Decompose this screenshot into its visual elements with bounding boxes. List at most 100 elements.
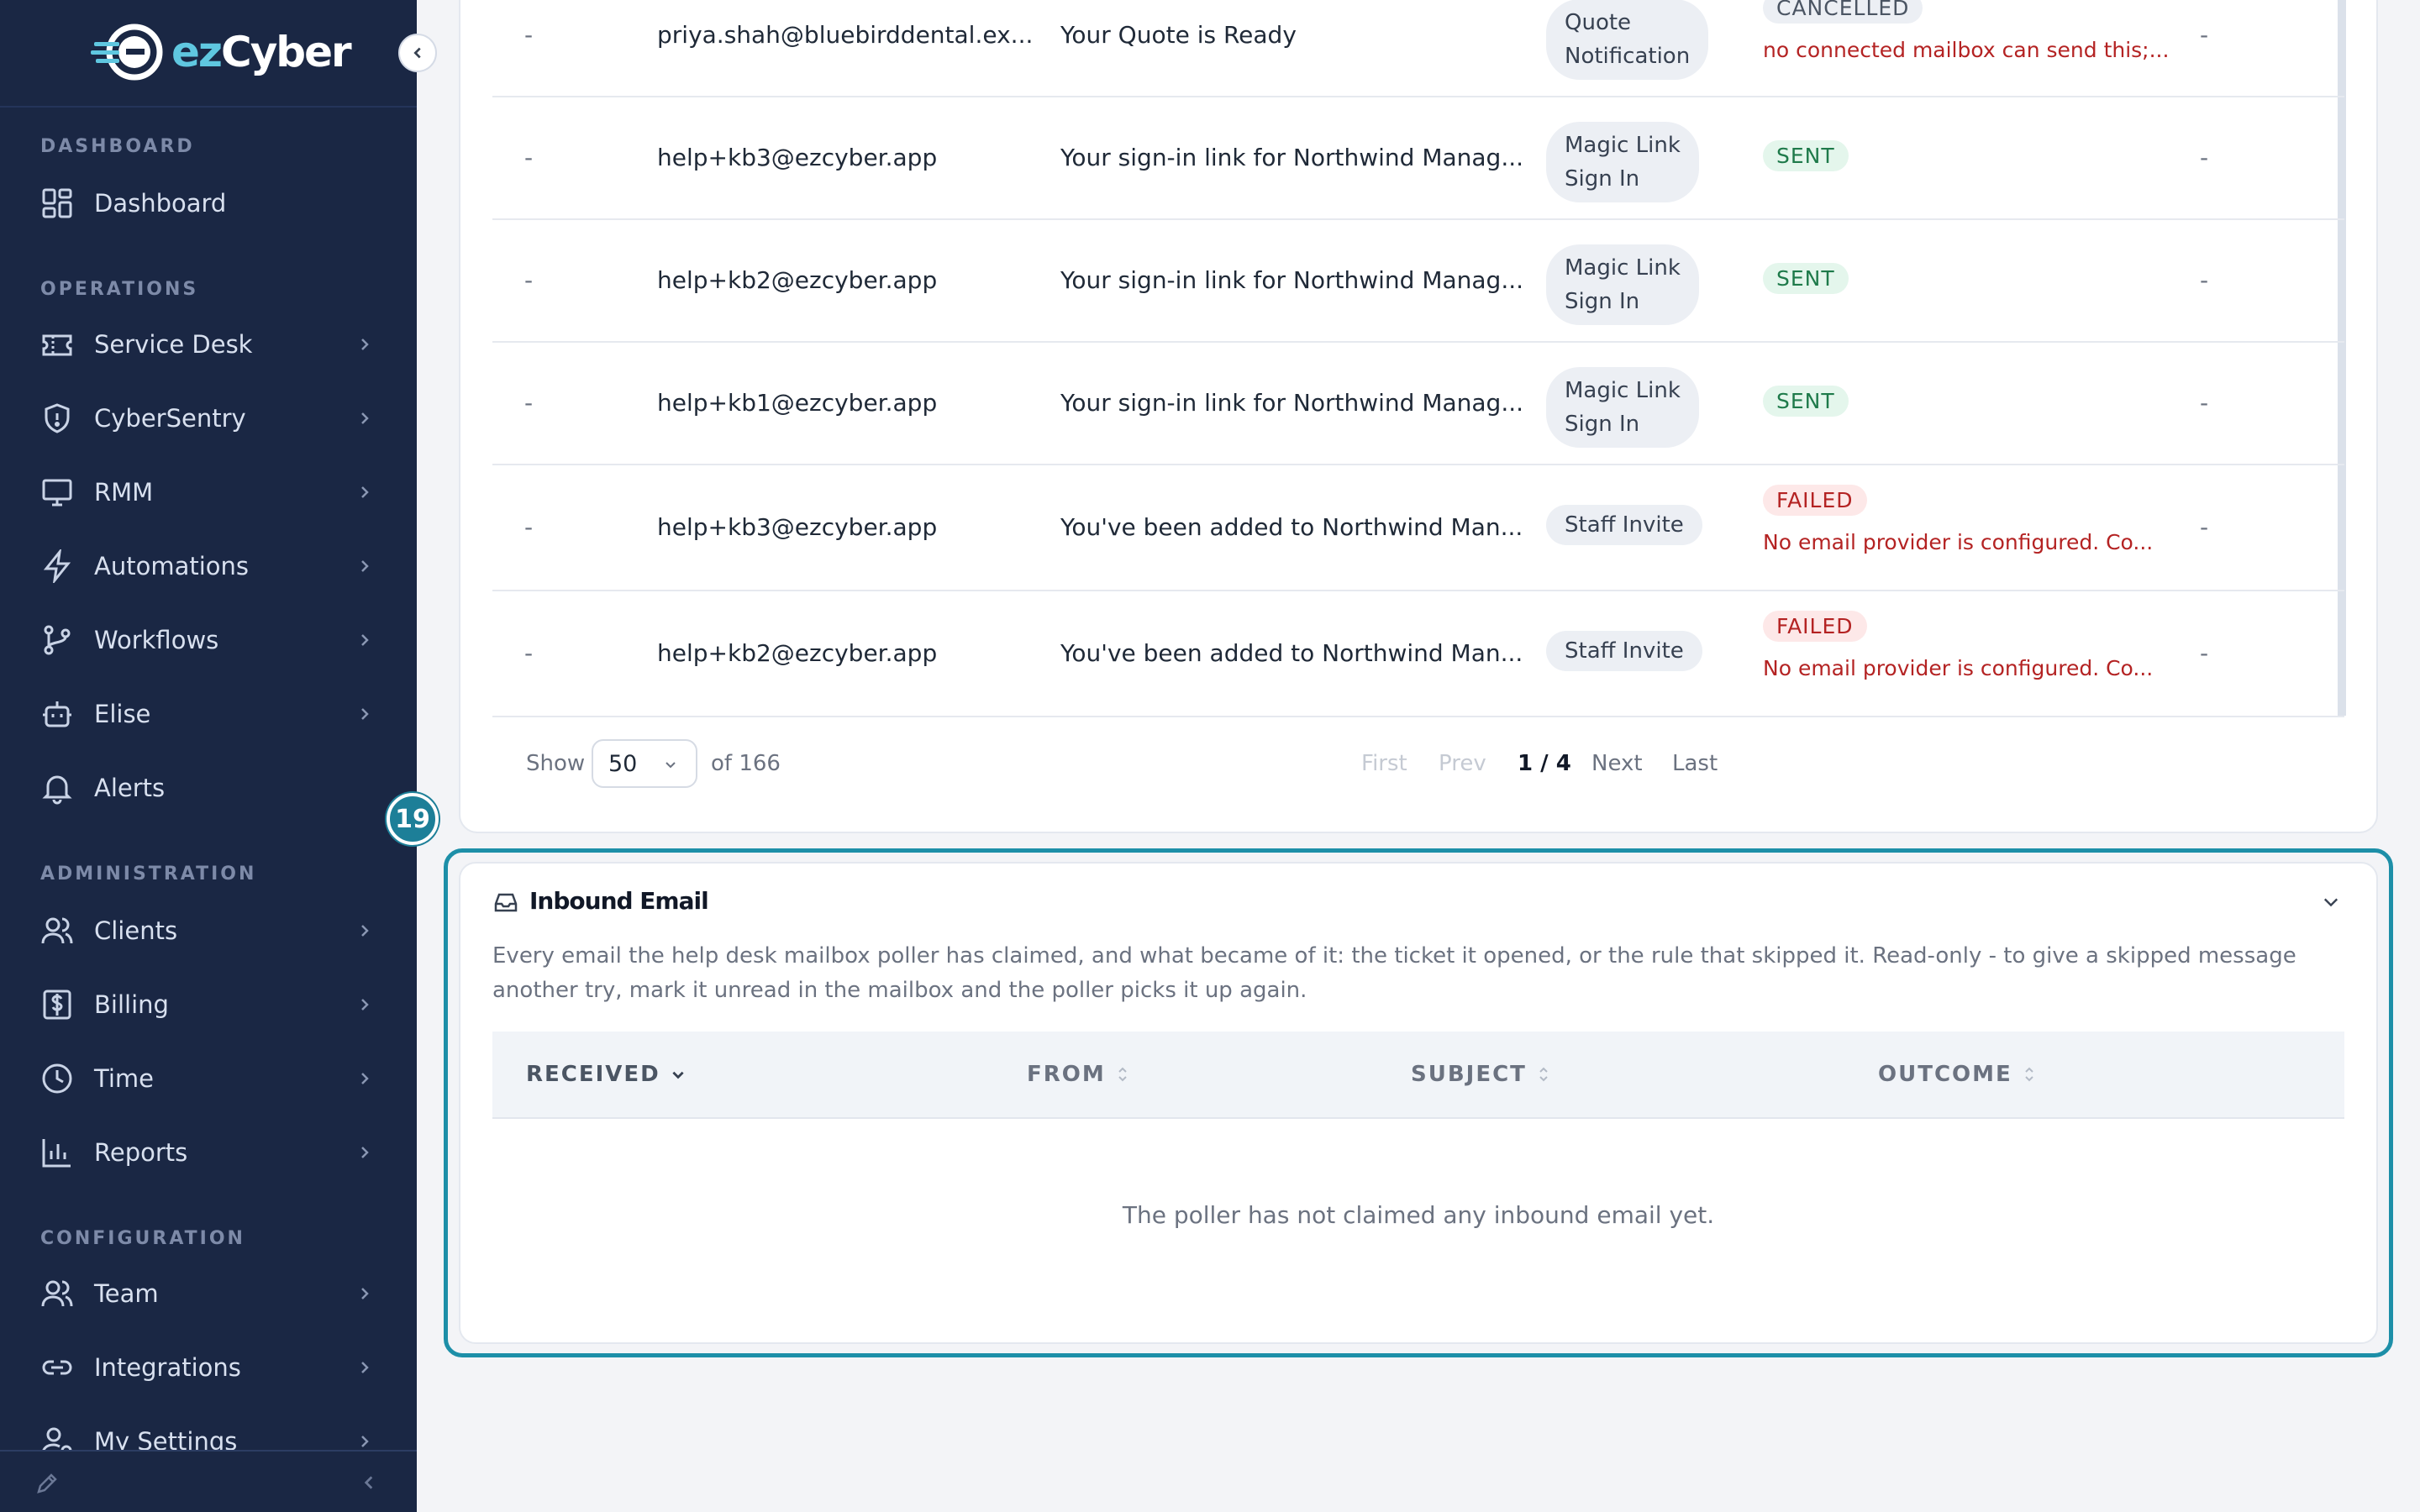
sort-icon (1118, 1067, 1127, 1082)
chevron-right-icon (361, 412, 369, 424)
sidebar-item-label: Workflows (94, 626, 219, 654)
row-last-cell: - (2200, 266, 2209, 294)
email-type-badge: Staff Invite (1546, 631, 1702, 671)
pager-first[interactable]: First (1361, 751, 1407, 776)
section-label-dashboard: DASHBOARD (40, 136, 195, 157)
sidebar-item-automations[interactable]: Automations (0, 533, 417, 600)
sort-icon (2025, 1067, 2033, 1082)
status-badge: FAILED (1763, 611, 1867, 642)
email-type-badge: Quote Notification (1546, 0, 1709, 80)
status-badge: FAILED (1763, 485, 1867, 516)
bar-chart-icon (42, 1139, 71, 1168)
sidebar-item-time[interactable]: Time (0, 1045, 417, 1112)
ticket-icon (42, 334, 72, 356)
sidebar-item-reports[interactable]: Reports (0, 1119, 417, 1186)
pager-last[interactable]: Last (1672, 751, 1718, 776)
clock-icon (42, 1063, 72, 1094)
column-header-outcome[interactable]: OUTCOME (1878, 1062, 2036, 1087)
pager-prev[interactable]: Prev (1439, 751, 1486, 776)
section-label-configuration: CONFIGURATION (40, 1228, 245, 1249)
section-label-operations: OPERATIONS (40, 279, 199, 300)
sidebar-item-integrations[interactable]: Integrations (0, 1334, 417, 1401)
chevron-right-icon (361, 1073, 369, 1084)
chevron-left-icon (413, 47, 421, 59)
email-type-line: Notification (1565, 44, 1691, 69)
dashboard-grid-icon (42, 188, 72, 218)
chevron-right-icon (361, 925, 369, 937)
sidebar-item-label: Time (94, 1064, 154, 1093)
inbound-description: Every email the help desk mailbox poller… (492, 943, 2296, 1003)
chevron-right-icon (361, 634, 369, 646)
chevron-right-icon (361, 1288, 369, 1299)
status-badge: SENT (1763, 386, 1849, 417)
status-error-text: no connected mailbox can send this;... (1763, 38, 2170, 62)
sidebar-item-label: Service Desk (94, 330, 253, 359)
row-received-cell: - (524, 266, 534, 294)
chevron-right-icon (361, 339, 369, 350)
status-badge: SENT (1763, 263, 1849, 294)
shield-icon (45, 403, 70, 433)
sidebar-item-rmm[interactable]: RMM (0, 459, 417, 526)
pager-next[interactable]: Next (1591, 751, 1643, 776)
sidebar-item-workflows[interactable]: Workflows (0, 606, 417, 674)
row-last-cell: - (2200, 21, 2209, 49)
page-size-select[interactable]: 50 (592, 739, 697, 788)
step-badge: 19 (387, 793, 439, 845)
chevron-right-icon (361, 999, 369, 1011)
row-last-cell: - (2200, 144, 2209, 171)
row-last-cell: - (2200, 389, 2209, 417)
sidebar-item-alerts[interactable]: Alerts (0, 754, 417, 822)
sidebar-item-elise[interactable]: Elise (0, 680, 417, 748)
chevron-right-icon (361, 560, 369, 572)
column-header-subject[interactable]: SUBJECT (1411, 1062, 1550, 1087)
email-type-badge: Staff Invite (1546, 505, 1702, 545)
email-type-badge: Magic Link Sign In (1546, 367, 1699, 448)
sidebar-item-label: Alerts (94, 774, 166, 802)
sidebar-item-team[interactable]: Team (0, 1260, 417, 1327)
column-header-received[interactable]: RECEIVED (526, 1062, 686, 1087)
sidebar-item-service-desk[interactable]: Service Desk (0, 311, 417, 378)
pager-show-label: Show (526, 751, 586, 776)
email-type-line: Sign In (1565, 412, 1640, 437)
column-header-label: FROM (1027, 1062, 1106, 1087)
sidebar-item-dashboard[interactable]: Dashboard (0, 170, 417, 237)
status-badge: CANCELLED (1763, 0, 1923, 24)
brand-logo[interactable]: ezCyber (91, 22, 352, 82)
section-label-administration: ADMINISTRATION (40, 864, 257, 885)
pencil-icon[interactable] (34, 1470, 60, 1497)
sidebar: ezCyber DASHBOARD Dashboard OPERATIONS S… (0, 0, 417, 1512)
inbox-icon (494, 893, 518, 912)
robot-icon (43, 701, 71, 727)
sidebar-collapse-button[interactable] (398, 34, 437, 72)
status-error-text: No email provider is configured. Co... (1763, 656, 2154, 680)
sidebar-item-clients[interactable]: Clients (0, 897, 417, 964)
email-type-line: Staff Invite (1565, 512, 1684, 538)
sidebar-item-label: CyberSentry (94, 404, 246, 433)
column-header-from[interactable]: FROM (1027, 1062, 1129, 1087)
sidebar-item-billing[interactable]: Billing (0, 971, 417, 1038)
email-type-line: Sign In (1565, 166, 1640, 192)
email-type-line: Quote (1565, 10, 1632, 35)
inbound-table-header: RECEIVED FROM SUBJECT OUTCOME (492, 1032, 2344, 1119)
row-received-cell: - (524, 639, 534, 667)
row-recipient-cell: priya.shah@bluebirddental.ex... (657, 21, 1034, 49)
chevron-down-icon[interactable] (2321, 892, 2341, 912)
logo-mark-icon (91, 22, 168, 82)
row-subject-cell: Your sign-in link for Northwind Manag... (1060, 266, 1524, 294)
monitor-icon (42, 479, 72, 507)
sidebar-item-cybersentry[interactable]: CyberSentry (0, 385, 417, 452)
chevron-down-icon (666, 762, 676, 769)
sidebar-item-label: Dashboard (94, 189, 227, 218)
row-recipient-cell: help+kb3@ezcyber.app (657, 144, 938, 171)
branch-icon (44, 625, 71, 655)
row-recipient-cell: help+kb2@ezcyber.app (657, 639, 938, 667)
pager-current: 1 / 4 (1518, 751, 1571, 776)
status-error-text: No email provider is configured. Co... (1763, 530, 2154, 554)
sidebar-item-label: Reports (94, 1138, 188, 1167)
sidebar-item-label: Team (94, 1279, 159, 1308)
status-badge: SENT (1763, 140, 1849, 171)
sidebar-item-label: Elise (94, 700, 151, 728)
row-received-cell: - (524, 21, 534, 49)
chevron-right-icon (361, 1436, 369, 1447)
collapse-left-icon[interactable] (360, 1473, 378, 1492)
